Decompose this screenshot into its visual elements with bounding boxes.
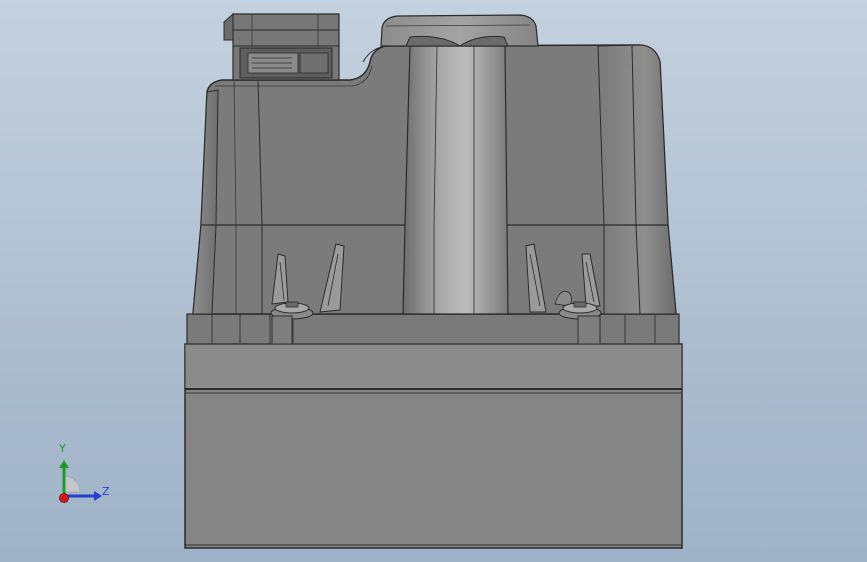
main-housing[interactable] bbox=[192, 44, 677, 315]
connector[interactable] bbox=[223, 12, 340, 81]
cad-model[interactable] bbox=[0, 0, 867, 562]
flange-plate[interactable] bbox=[186, 313, 680, 345]
base-block[interactable] bbox=[184, 343, 683, 549]
y-axis-label: Y bbox=[59, 442, 66, 455]
orientation-triad: Y Z bbox=[44, 436, 124, 516]
z-axis-label: Z bbox=[102, 485, 110, 498]
graphics-viewport[interactable]: Y Z bbox=[0, 0, 867, 562]
x-axis-dot bbox=[59, 493, 69, 503]
triad-axes bbox=[59, 460, 102, 503]
top-cap[interactable] bbox=[380, 14, 539, 47]
